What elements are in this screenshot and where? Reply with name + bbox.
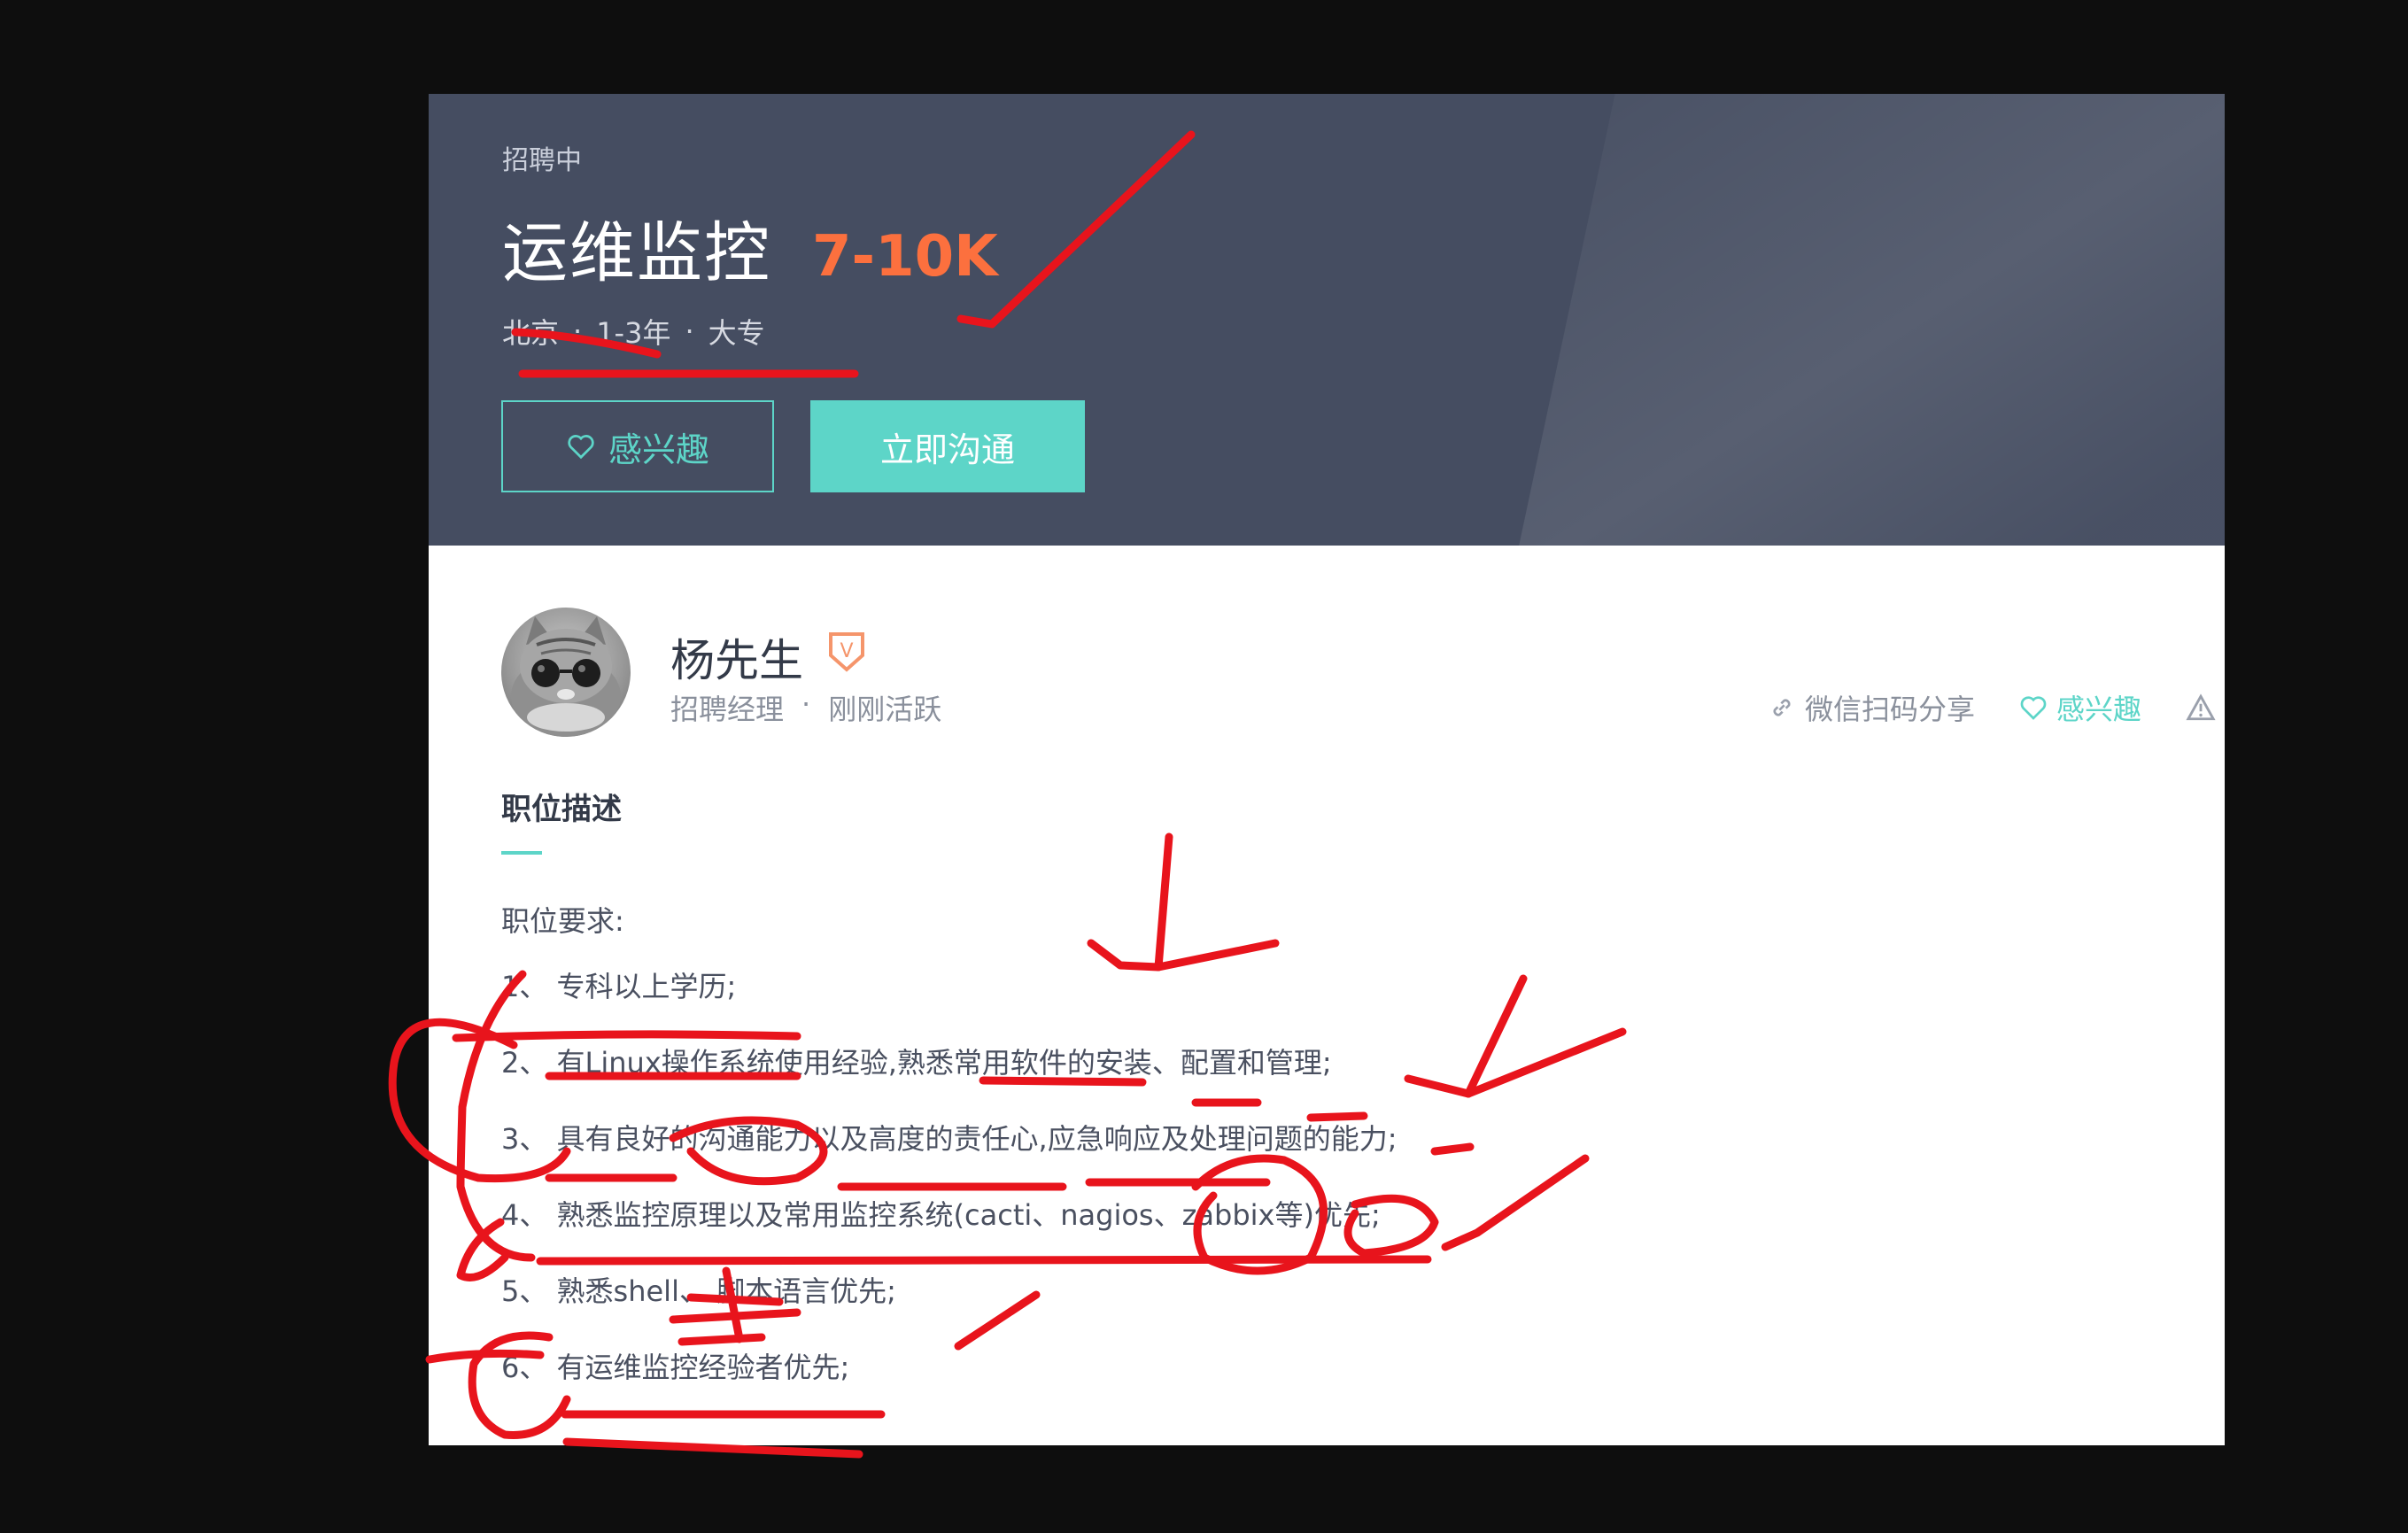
recruiter-name: 杨先生 xyxy=(670,635,803,686)
job-header-banner: 招聘中 运维监控 7-10K 北京 · 1-3年 · 大专 感兴趣 立即沟通 xyxy=(429,94,2225,546)
job-title: 运维监控 xyxy=(502,215,771,291)
interest-button[interactable]: 感兴趣 xyxy=(501,400,774,492)
chat-button-label: 立即沟通 xyxy=(879,430,1015,469)
avatar[interactable] xyxy=(501,608,631,737)
interest-link[interactable]: 感兴趣 xyxy=(2019,687,2141,728)
requirement-item: 6、 有运维监控经验者优先; xyxy=(501,1351,850,1384)
interest-link-label: 感兴趣 xyxy=(2056,693,2141,726)
job-city: 北京 xyxy=(502,316,560,350)
interest-button-label: 感兴趣 xyxy=(608,430,709,469)
requirement-item: 5、 熟悉shell、 脚本语言优先; xyxy=(501,1274,896,1308)
recruiter-role: 招聘经理 xyxy=(670,693,785,726)
section-title: 职位描述 xyxy=(501,792,622,827)
requirement-item: 2、 有Linux操作系统使用经验,熟悉常用软件的安装、配置和管理; xyxy=(501,1046,1332,1080)
recruiter-activity: 刚刚活跃 xyxy=(828,693,942,726)
job-education: 大专 xyxy=(708,316,765,350)
heart-icon xyxy=(2020,696,2047,720)
meta-separator: · xyxy=(573,314,583,348)
job-status: 招聘中 xyxy=(502,145,582,176)
warning-icon xyxy=(2186,693,2216,721)
subinfo-separator: · xyxy=(801,687,811,721)
wechat-share-link[interactable]: 微信扫码分享 xyxy=(1768,687,1975,728)
job-description: 职位描述 职位要求: 1、 专科以上学历; 2、 有Linux操作系统使用经验,… xyxy=(501,785,1398,1405)
job-actions: 微信扫码分享 感兴趣 xyxy=(1723,687,2225,728)
banner-decoration xyxy=(1495,94,2225,546)
job-meta: 北京 · 1-3年 · 大专 xyxy=(502,311,765,352)
job-detail-page: 招聘中 运维监控 7-10K 北京 · 1-3年 · 大专 感兴趣 立即沟通 杨… xyxy=(429,94,2225,1445)
chat-now-button[interactable]: 立即沟通 xyxy=(810,400,1085,492)
heart-icon xyxy=(568,435,594,460)
recruiter-card: 杨先生 V 招聘经理 · 刚刚活跃 微信扫码分享 感兴趣 xyxy=(429,546,2225,740)
requirements-list: 1、 专科以上学历; 2、 有Linux操作系统使用经验,熟悉常用软件的安装、配… xyxy=(501,948,1398,1405)
requirement-item: 3、 具有良好的沟通能力以及高度的责任心,应急响应及处理问题的能力; xyxy=(501,1122,1398,1156)
requirement-item: 4、 熟悉监控原理以及常用监控系统(cacti、nagios、zabbix等)优… xyxy=(501,1198,1381,1232)
requirements-title: 职位要求: xyxy=(501,904,624,938)
requirement-item: 1、 专科以上学历; xyxy=(501,970,737,1003)
report-link[interactable] xyxy=(2186,693,2225,722)
verified-badge-icon: V xyxy=(829,632,864,672)
title-row: 运维监控 7-10K xyxy=(502,200,998,295)
avatar-image xyxy=(511,616,621,737)
section-underline xyxy=(501,851,542,855)
meta-separator: · xyxy=(685,314,694,348)
job-experience: 1-3年 xyxy=(596,316,671,350)
salary: 7-10K xyxy=(812,224,998,290)
verify-letter: V xyxy=(840,640,853,662)
share-label: 微信扫码分享 xyxy=(1804,693,1975,726)
link-icon xyxy=(1773,699,1791,716)
recruiter-subinfo: 招聘经理 · 刚刚活跃 xyxy=(670,687,941,728)
